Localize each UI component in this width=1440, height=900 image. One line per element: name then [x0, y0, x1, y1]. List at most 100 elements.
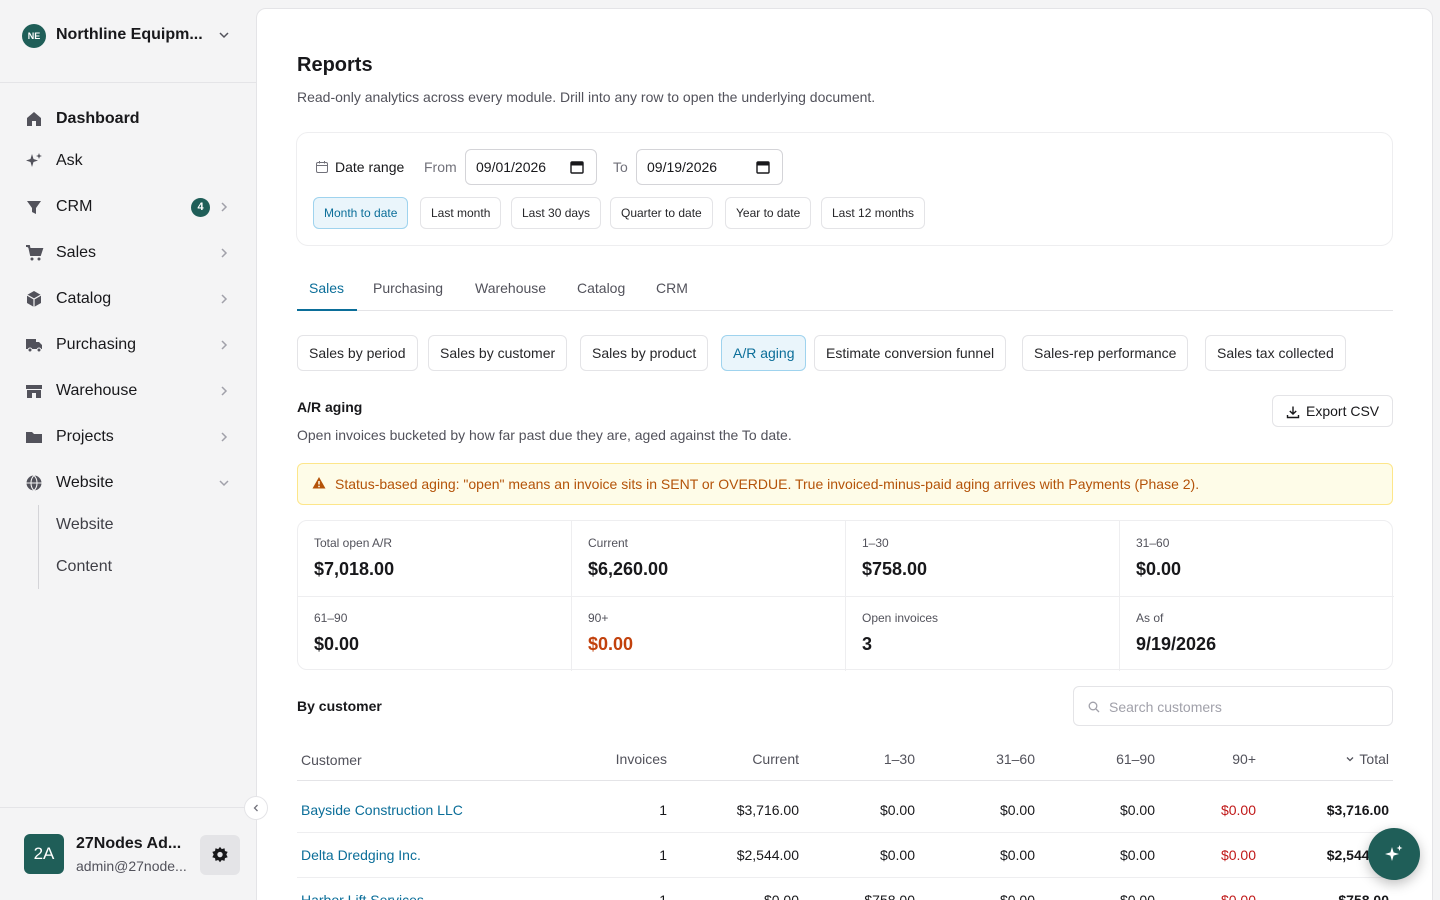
subtab-ar-aging[interactable]: A/R aging	[721, 335, 807, 371]
chevron-right-icon	[221, 340, 228, 350]
sidebar-item-warehouse[interactable]: Warehouse	[12, 373, 244, 409]
to-label: To	[613, 159, 628, 175]
sidebar-item-ask[interactable]: Ask	[12, 143, 244, 179]
sidebar-item-dashboard[interactable]: Dashboard	[12, 101, 244, 137]
column-header-customer[interactable]: Customer	[301, 752, 362, 768]
cell-61-90: $0.00	[1119, 847, 1155, 863]
subtab-sales-by-product[interactable]: Sales by product	[580, 335, 709, 371]
stat-value: $0.00	[314, 634, 360, 654]
preset-year-to-date[interactable]: Year to date	[725, 197, 812, 229]
customer-link[interactable]: Bayside Construction LLC	[301, 802, 463, 818]
sidebar-subitem-content[interactable]: Content	[56, 558, 112, 576]
divider	[298, 596, 1394, 597]
sidebar-item-website[interactable]: Website	[12, 465, 244, 501]
org-name: Northline Equipm...	[56, 26, 203, 43]
tab-purchasing[interactable]: Purchasing	[373, 280, 443, 296]
export-csv-label: Export CSV	[1306, 403, 1380, 419]
org-avatar: NE	[22, 24, 46, 48]
search-input[interactable]: Search customers	[1073, 686, 1393, 726]
tab-sales[interactable]: Sales	[309, 280, 344, 296]
sort-desc-icon	[1346, 757, 1354, 762]
cell-61-90: $0.00	[1119, 892, 1155, 900]
active-tab-indicator	[297, 309, 357, 311]
table-row[interactable]: Harbor Lift Services 1 $0.00 $758.00 $0.…	[297, 878, 1393, 900]
tab-warehouse[interactable]: Warehouse	[475, 280, 546, 296]
column-header-31-60[interactable]: 31–60	[996, 751, 1035, 767]
folder-icon	[26, 432, 42, 443]
funnel-icon	[27, 201, 41, 214]
stat-current: Current $6,260.00	[572, 521, 846, 596]
sidebar-item-sales[interactable]: Sales	[12, 235, 244, 271]
cell-current: $2,544.00	[736, 847, 799, 863]
customer-link[interactable]: Delta Dredging Inc.	[301, 847, 421, 863]
column-header-90-plus[interactable]: 90+	[1232, 751, 1256, 767]
tab-catalog[interactable]: Catalog	[577, 280, 625, 296]
page-subtitle: Read-only analytics across every module.…	[297, 89, 876, 105]
preset-month-to-date[interactable]: Month to date	[313, 197, 409, 229]
chevron-right-icon	[221, 294, 228, 304]
subtab-sales-tax-collected[interactable]: Sales tax collected	[1205, 335, 1346, 371]
sidebar-item-catalog[interactable]: Catalog	[12, 281, 244, 317]
divider	[297, 780, 1393, 781]
cell-90-plus: $0.00	[1220, 892, 1256, 900]
collapse-sidebar-button[interactable]	[244, 796, 268, 820]
chevron-down-icon	[219, 480, 229, 487]
cell-61-90: $0.00	[1119, 802, 1155, 818]
preset-quarter-to-date[interactable]: Quarter to date	[610, 197, 713, 229]
from-date-input[interactable]: 09/01/2026	[465, 149, 597, 185]
cell-1-30: $0.00	[879, 802, 915, 818]
settings-button[interactable]	[200, 835, 240, 875]
cell-current: $3,716.00	[736, 802, 799, 818]
table-row[interactable]: Delta Dredging Inc. 1 $2,544.00 $0.00 $0…	[297, 833, 1393, 878]
to-date-input[interactable]: 09/19/2026	[636, 149, 783, 185]
sidebar-item-label: Website	[56, 474, 114, 491]
ai-assistant-button[interactable]	[1368, 828, 1420, 880]
column-header-1-30[interactable]: 1–30	[884, 751, 915, 767]
column-header-invoices[interactable]: Invoices	[616, 751, 667, 767]
stat-value: 3	[862, 634, 873, 654]
sidebar-subitem-website[interactable]: Website	[56, 516, 114, 534]
preset-last-month[interactable]: Last month	[420, 197, 502, 229]
warning-banner: Status-based aging: "open" means an invo…	[297, 463, 1393, 505]
stat-label: 31–60	[1136, 536, 1170, 550]
customer-link[interactable]: Harbor Lift Services	[301, 892, 424, 900]
stat-31-60: 31–60 $0.00	[1120, 521, 1394, 596]
stat-label: 90+	[588, 611, 609, 625]
preset-last-30-days[interactable]: Last 30 days	[511, 197, 602, 229]
stat-label: Open invoices	[862, 611, 939, 625]
home-icon	[27, 112, 41, 126]
column-header-current[interactable]: Current	[752, 751, 799, 767]
avatar[interactable]: 2A	[24, 834, 64, 874]
stats-grid: Total open A/R $7,018.00 Current $6,260.…	[297, 520, 1394, 671]
tab-crm[interactable]: CRM	[656, 280, 688, 296]
chevron-right-icon	[221, 432, 228, 442]
subtab-sales-by-customer[interactable]: Sales by customer	[428, 335, 568, 371]
sidebar-item-label: Projects	[56, 428, 114, 445]
table-row[interactable]: Bayside Construction LLC 1 $3,716.00 $0.…	[297, 788, 1393, 833]
stat-90-plus: 90+ $0.00	[572, 596, 846, 671]
sidebar-item-purchasing[interactable]: Purchasing	[12, 327, 244, 363]
sidebar-item-label: Dashboard	[56, 110, 140, 127]
org-switcher[interactable]: NE Northline Equipm...	[0, 0, 256, 83]
column-header-total-label: Total	[1359, 751, 1389, 767]
preset-last-12-months[interactable]: Last 12 months	[821, 197, 926, 229]
sidebar-item-projects[interactable]: Projects	[12, 419, 244, 455]
stat-value: $6,260.00	[588, 559, 669, 579]
from-label: From	[424, 159, 457, 175]
section-subtitle: Open invoices bucketed by how far past d…	[297, 427, 792, 443]
subtab-estimate-conversion-funnel[interactable]: Estimate conversion funnel	[814, 335, 1007, 371]
cell-total: $758.00	[1338, 892, 1389, 900]
user-area: 2A 27Nodes Ad... admin@27node...	[0, 807, 256, 900]
column-header-61-90[interactable]: 61–90	[1116, 751, 1155, 767]
stat-total-open-ar: Total open A/R $7,018.00	[298, 521, 572, 596]
cell-invoices: 1	[659, 847, 667, 863]
stat-value: $758.00	[862, 559, 928, 579]
subtab-sales-rep-performance[interactable]: Sales-rep performance	[1022, 335, 1189, 371]
subtab-sales-by-period[interactable]: Sales by period	[297, 335, 418, 371]
sidebar-item-crm[interactable]: CRM 4	[12, 189, 244, 225]
cell-invoices: 1	[659, 892, 667, 900]
calendar-icon[interactable]	[756, 160, 770, 174]
calendar-icon[interactable]	[570, 160, 584, 174]
column-header-total[interactable]: Total	[1345, 751, 1389, 767]
export-csv-button[interactable]: Export CSV	[1272, 395, 1393, 427]
